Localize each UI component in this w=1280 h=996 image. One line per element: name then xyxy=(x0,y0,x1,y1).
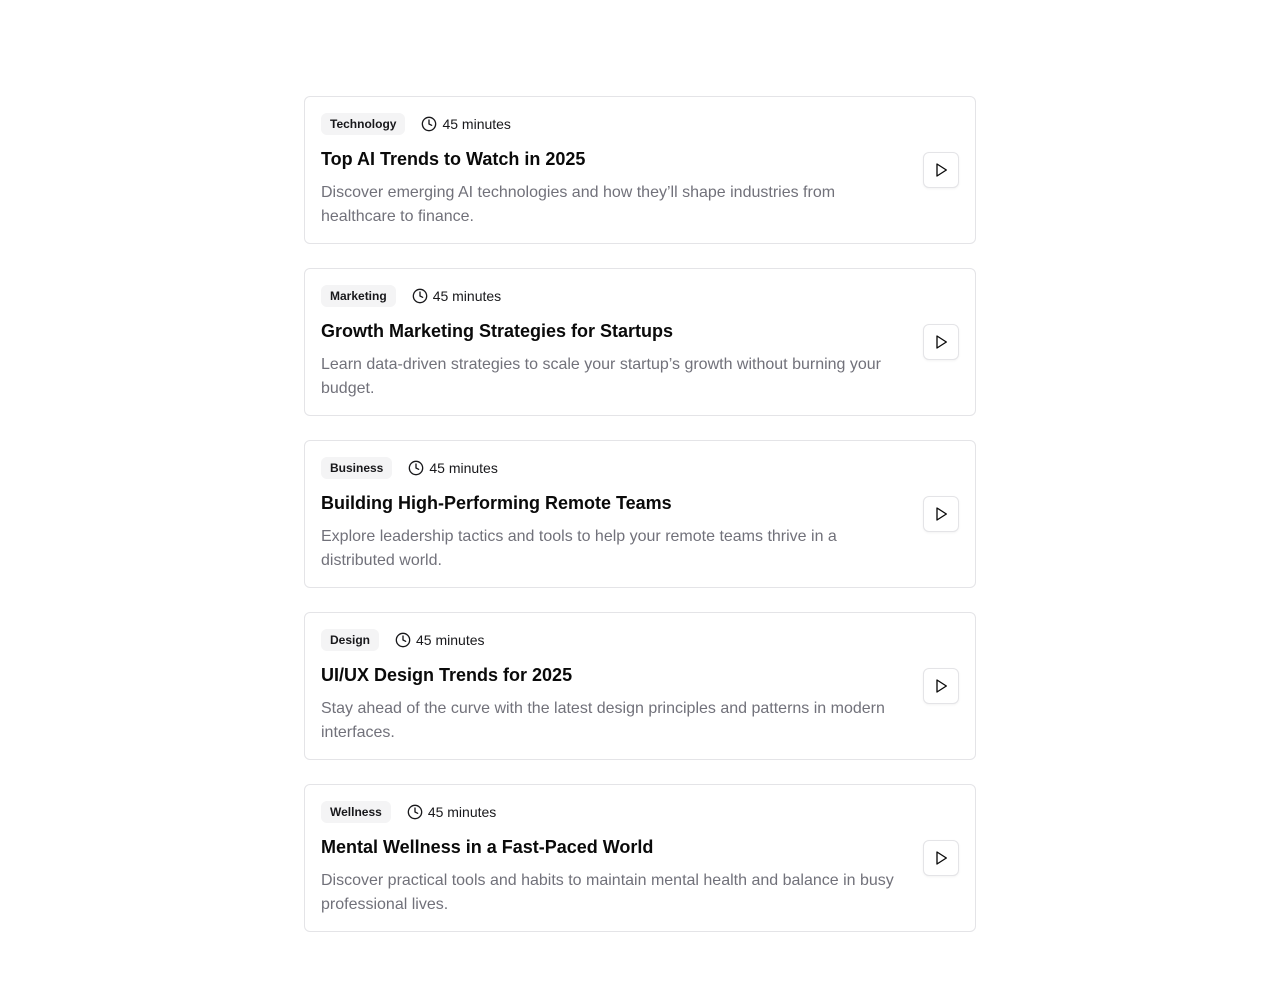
category-badge: Technology xyxy=(321,113,406,135)
session-meta: Technology 45 minutes xyxy=(321,113,895,135)
session-meta: Design 45 minutes xyxy=(321,629,895,651)
session-title: Mental Wellness in a Fast-Paced World xyxy=(321,837,654,857)
session-description: Explore leadership tactics and tools to … xyxy=(321,528,837,569)
duration-label: 45 minutes xyxy=(416,632,485,648)
duration-label: 45 minutes xyxy=(432,288,502,304)
session-card: Wellness 45 minutes Mental Wellness in a… xyxy=(304,784,976,932)
duration: 45 minutes xyxy=(407,804,496,820)
play-icon xyxy=(936,335,947,349)
clock-icon xyxy=(395,632,411,648)
play-button[interactable] xyxy=(923,840,959,876)
session-card: Marketing 45 minutes Growth Marketing St… xyxy=(304,268,976,416)
category-badge: Design xyxy=(321,629,380,651)
session-card: Business 45 minutes Building High-Perfor… xyxy=(304,440,976,588)
clock-icon xyxy=(412,288,428,304)
session-meta: Marketing 45 minutes xyxy=(321,285,895,307)
play-icon xyxy=(936,679,947,693)
session-title: Top AI Trends to Watch in 2025 xyxy=(321,149,586,169)
session-meta: Business 45 minutes xyxy=(321,457,895,479)
clock-icon xyxy=(409,460,424,476)
session-description: Learn data-driven strategies to scale yo… xyxy=(321,356,882,397)
clock-icon xyxy=(422,116,437,132)
session-list: Technology 45 minutes Top AI Trends to W… xyxy=(304,96,976,932)
session-meta: Wellness 45 minutes xyxy=(321,801,895,823)
category-badge: Marketing xyxy=(321,285,396,307)
clock-icon xyxy=(407,804,423,820)
play-icon xyxy=(936,507,947,521)
play-icon xyxy=(936,163,947,177)
category-badge: Wellness xyxy=(321,801,391,823)
session-title: Building High-Performing Remote Teams xyxy=(321,493,672,513)
play-button[interactable] xyxy=(923,496,959,532)
category-badge: Business xyxy=(321,457,393,479)
session-description: Stay ahead of the curve with the latest … xyxy=(321,700,885,741)
session-title: Growth Marketing Strategies for Startups xyxy=(321,321,674,341)
duration: 45 minutes xyxy=(408,460,498,476)
duration-label: 45 minutes xyxy=(442,116,511,132)
session-card: Technology 45 minutes Top AI Trends to W… xyxy=(304,96,976,244)
duration-label: 45 minutes xyxy=(429,460,498,476)
play-button[interactable] xyxy=(923,152,959,188)
session-title: UI/UX Design Trends for 2025 xyxy=(321,665,573,685)
duration: 45 minutes xyxy=(412,288,501,304)
session-description: Discover practical tools and habits to m… xyxy=(321,872,894,913)
duration-label: 45 minutes xyxy=(427,804,497,820)
play-button[interactable] xyxy=(923,668,959,704)
session-description: Discover emerging AI technologies and ho… xyxy=(321,184,836,225)
play-button[interactable] xyxy=(923,324,959,360)
session-card: Design 45 minutes UI/UX Design Trends fo… xyxy=(304,612,976,760)
duration: 45 minutes xyxy=(395,632,485,648)
play-icon xyxy=(936,851,947,865)
duration: 45 minutes xyxy=(421,116,511,132)
